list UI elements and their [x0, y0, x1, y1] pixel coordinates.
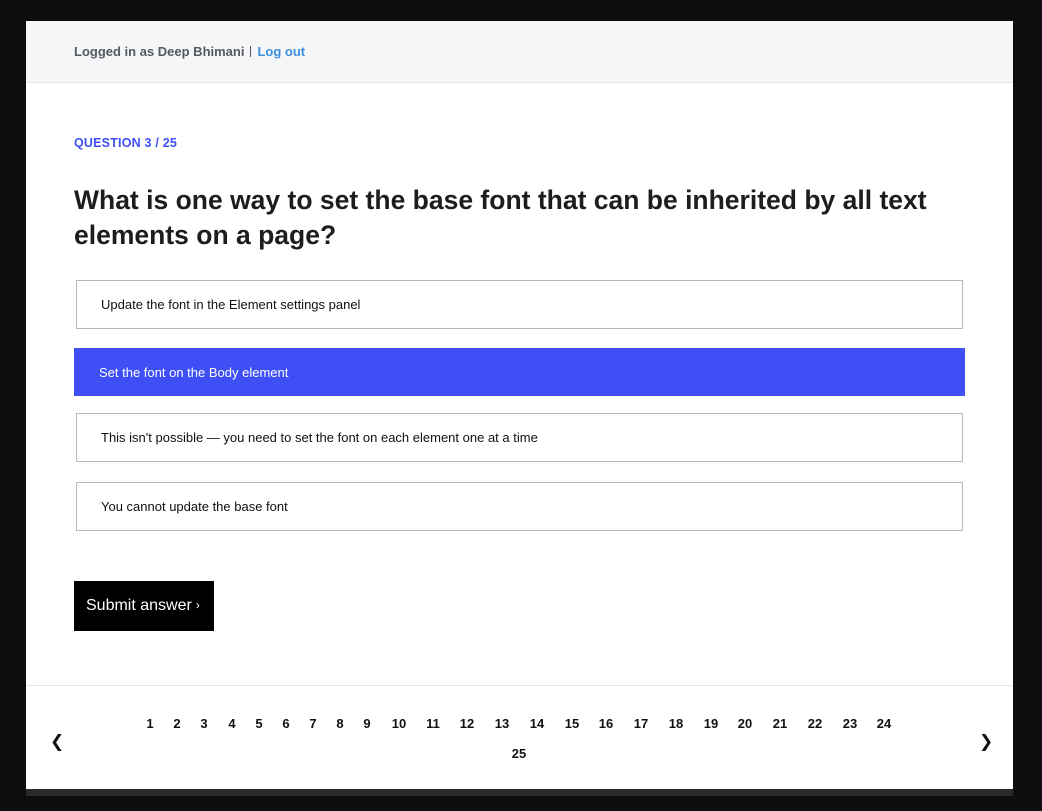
page-link-7[interactable]: 7	[309, 716, 316, 731]
page-link-10[interactable]: 10	[392, 716, 406, 731]
answer-option-2-selected[interactable]: Set the font on the Body element	[74, 348, 965, 396]
page-link-20[interactable]: 20	[738, 716, 752, 731]
question-pager: ❮ 1 2 3 4 5 6 7 8 9 10 11 12 13 14 15 16…	[26, 685, 1013, 792]
page-link-18[interactable]: 18	[669, 716, 683, 731]
page-link-11[interactable]: 11	[426, 716, 440, 731]
logout-link[interactable]: Log out	[257, 44, 305, 59]
page-link-9[interactable]: 9	[363, 716, 370, 731]
answer-option-4[interactable]: You cannot update the base font	[76, 482, 963, 531]
quiz-window: Logged in as Deep Bhimani Log out QUESTIO…	[26, 21, 1013, 791]
page-link-23[interactable]: 23	[843, 716, 857, 731]
chevron-right-icon[interactable]: ❯	[979, 732, 993, 752]
submit-answer-button[interactable]: Submit answer ›	[74, 581, 214, 631]
submit-answer-label: Submit answer	[86, 597, 192, 614]
page-link-2[interactable]: 2	[173, 716, 180, 731]
page-link-12[interactable]: 12	[460, 716, 474, 731]
logged-in-text: Logged in as Deep Bhimani	[74, 44, 245, 59]
divider	[250, 46, 252, 57]
answer-option-1[interactable]: Update the font in the Element settings …	[76, 280, 963, 329]
page-link-6[interactable]: 6	[282, 716, 289, 731]
answer-option-label: You cannot update the base font	[101, 499, 288, 514]
page-link-24[interactable]: 24	[877, 716, 891, 731]
page-link-19[interactable]: 19	[704, 716, 718, 731]
chevron-left-icon[interactable]: ❮	[50, 732, 64, 752]
page-link-25[interactable]: 25	[512, 746, 526, 761]
chevron-right-icon: ›	[195, 598, 200, 612]
login-status: Logged in as Deep Bhimani Log out	[74, 44, 305, 59]
window-bottom-edge	[26, 789, 1013, 796]
page-link-13[interactable]: 13	[495, 716, 509, 731]
question-counter: QUESTION 3 / 25	[74, 136, 178, 150]
page-link-4[interactable]: 4	[228, 716, 235, 731]
page-link-3[interactable]: 3	[200, 716, 207, 731]
page-link-8[interactable]: 8	[336, 716, 343, 731]
answer-option-3[interactable]: This isn't possible — you need to set th…	[76, 413, 963, 462]
page-link-17[interactable]: 17	[634, 716, 648, 731]
answer-option-label: This isn't possible — you need to set th…	[101, 430, 538, 445]
page-link-5[interactable]: 5	[255, 716, 262, 731]
header-bar: Logged in as Deep Bhimani Log out	[26, 21, 1013, 83]
page-link-1[interactable]: 1	[146, 716, 153, 731]
page-link-16[interactable]: 16	[599, 716, 613, 731]
question-title: What is one way to set the base font tha…	[74, 185, 927, 250]
answer-option-label: Update the font in the Element settings …	[101, 297, 361, 312]
answer-option-label: Set the font on the Body element	[99, 365, 289, 380]
page-link-21[interactable]: 21	[773, 716, 787, 731]
page-link-14[interactable]: 14	[530, 716, 544, 731]
page-link-22[interactable]: 22	[808, 716, 822, 731]
page-link-15[interactable]: 15	[565, 716, 579, 731]
